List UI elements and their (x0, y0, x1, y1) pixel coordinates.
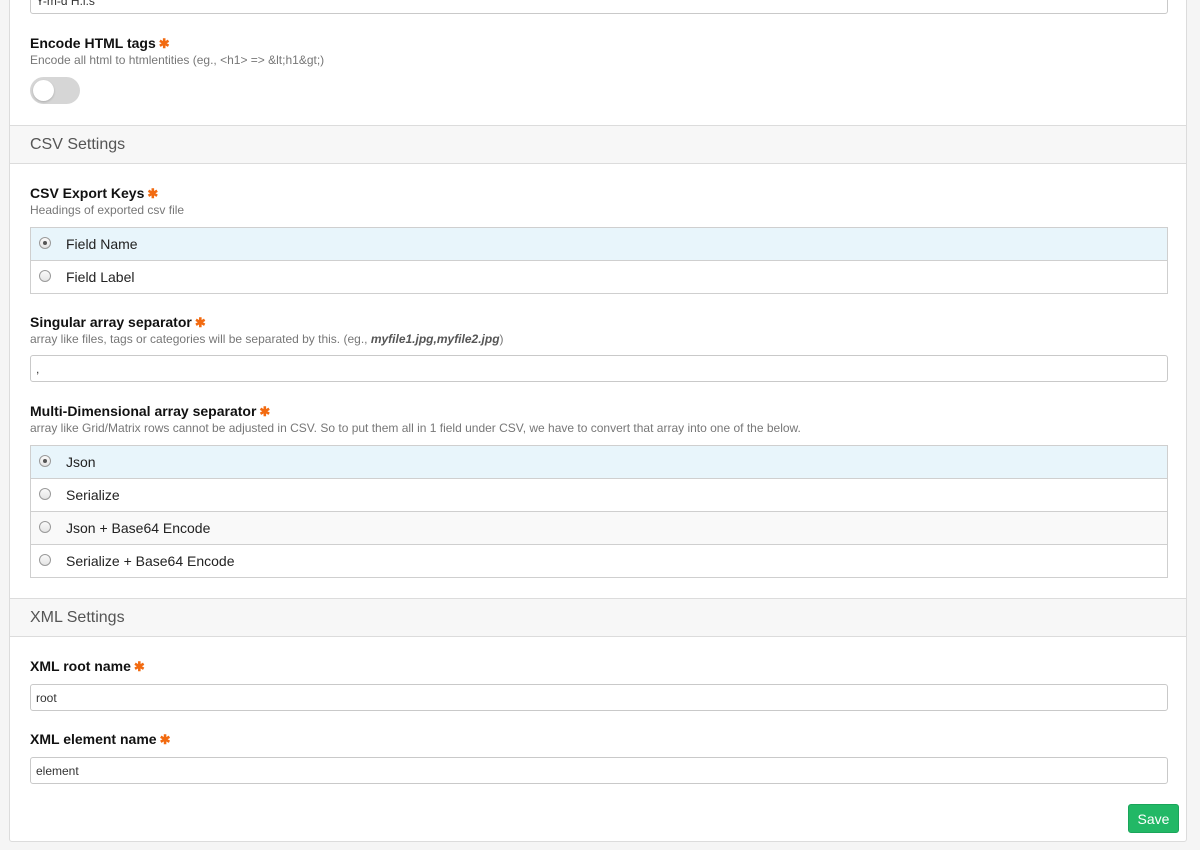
save-button[interactable]: Save (1128, 804, 1179, 833)
radio-option-json-base64[interactable]: Json + Base64 Encode (31, 512, 1167, 545)
required-asterisk-icon: ✱ (194, 315, 206, 330)
radio-unselected-icon[interactable] (39, 521, 51, 533)
radio-selected-icon[interactable] (39, 455, 51, 467)
singular-separator-label-text: Singular array separator (30, 314, 192, 330)
xml-element-name-label: XML element name ✱ (30, 731, 170, 748)
radio-option-serialize-base64[interactable]: Serialize + Base64 Encode (31, 545, 1167, 577)
xml-root-name-label: XML root name ✱ (30, 658, 145, 675)
date-format-input[interactable] (30, 0, 1168, 14)
encode-html-label: Encode HTML tags ✱ (30, 35, 170, 52)
multi-separator-options: Json Serialize Json + Base64 Encode Seri… (30, 445, 1168, 578)
radio-option-label: Field Label (66, 269, 135, 285)
csv-settings-header: CSV Settings (10, 125, 1186, 164)
csv-export-keys-label-text: CSV Export Keys (30, 185, 145, 201)
multi-separator-label: Multi-Dimensional array separator ✱ (30, 403, 270, 420)
radio-option-label: Field Name (66, 236, 138, 252)
required-asterisk-icon: ✱ (159, 732, 171, 747)
description-example: myfile1.jpg,myfile2.jpg (370, 332, 500, 346)
required-asterisk-icon: ✱ (133, 659, 145, 674)
description-prefix: array like files, tags or categories wil… (30, 332, 371, 346)
toggle-knob (33, 80, 54, 101)
required-asterisk-icon: ✱ (158, 36, 170, 51)
radio-selected-icon[interactable] (39, 237, 51, 249)
encode-html-toggle[interactable] (30, 77, 80, 104)
multi-separator-description: array like Grid/Matrix rows cannot be ad… (30, 421, 801, 435)
radio-option-label: Serialize + Base64 Encode (66, 553, 235, 569)
required-asterisk-icon: ✱ (259, 404, 271, 419)
radio-unselected-icon[interactable] (39, 270, 51, 282)
xml-settings-header: XML Settings (10, 598, 1186, 637)
encode-html-description: Encode all html to htmlentities (eg., <h… (30, 53, 325, 67)
singular-separator-description: array like files, tags or categories wil… (30, 332, 504, 346)
radio-option-serialize[interactable]: Serialize (31, 479, 1167, 512)
xml-root-name-label-text: XML root name (30, 658, 131, 674)
radio-option-label: Json (66, 454, 96, 470)
radio-option-label: Json + Base64 Encode (66, 520, 211, 536)
singular-separator-input[interactable] (30, 355, 1168, 382)
csv-export-keys-description: Headings of exported csv file (30, 203, 185, 217)
radio-unselected-icon[interactable] (39, 554, 51, 566)
xml-element-name-input[interactable] (30, 757, 1168, 784)
radio-unselected-icon[interactable] (39, 488, 51, 500)
description-suffix: ) (499, 332, 504, 346)
xml-root-name-input[interactable] (30, 684, 1168, 711)
required-asterisk-icon: ✱ (147, 186, 159, 201)
csv-export-keys-options: Field Name Field Label (30, 227, 1168, 294)
xml-element-name-label-text: XML element name (30, 731, 157, 747)
csv-export-keys-label: CSV Export Keys ✱ (30, 185, 158, 202)
radio-option-json[interactable]: Json (31, 446, 1167, 479)
settings-panel: Encode HTML tags✱ Encode all html to htm… (9, 0, 1187, 842)
radio-option-field-name[interactable]: Field Name (31, 228, 1167, 261)
multi-separator-label-text: Multi-Dimensional array separator (30, 403, 257, 419)
csv-settings-title: CSV Settings (30, 136, 126, 153)
singular-separator-label: Singular array separator ✱ (30, 314, 206, 331)
encode-html-label-text: Encode HTML tags (30, 35, 156, 51)
xml-settings-title: XML Settings (30, 609, 125, 626)
radio-option-field-label[interactable]: Field Label (31, 261, 1167, 293)
radio-option-label: Serialize (66, 487, 120, 503)
